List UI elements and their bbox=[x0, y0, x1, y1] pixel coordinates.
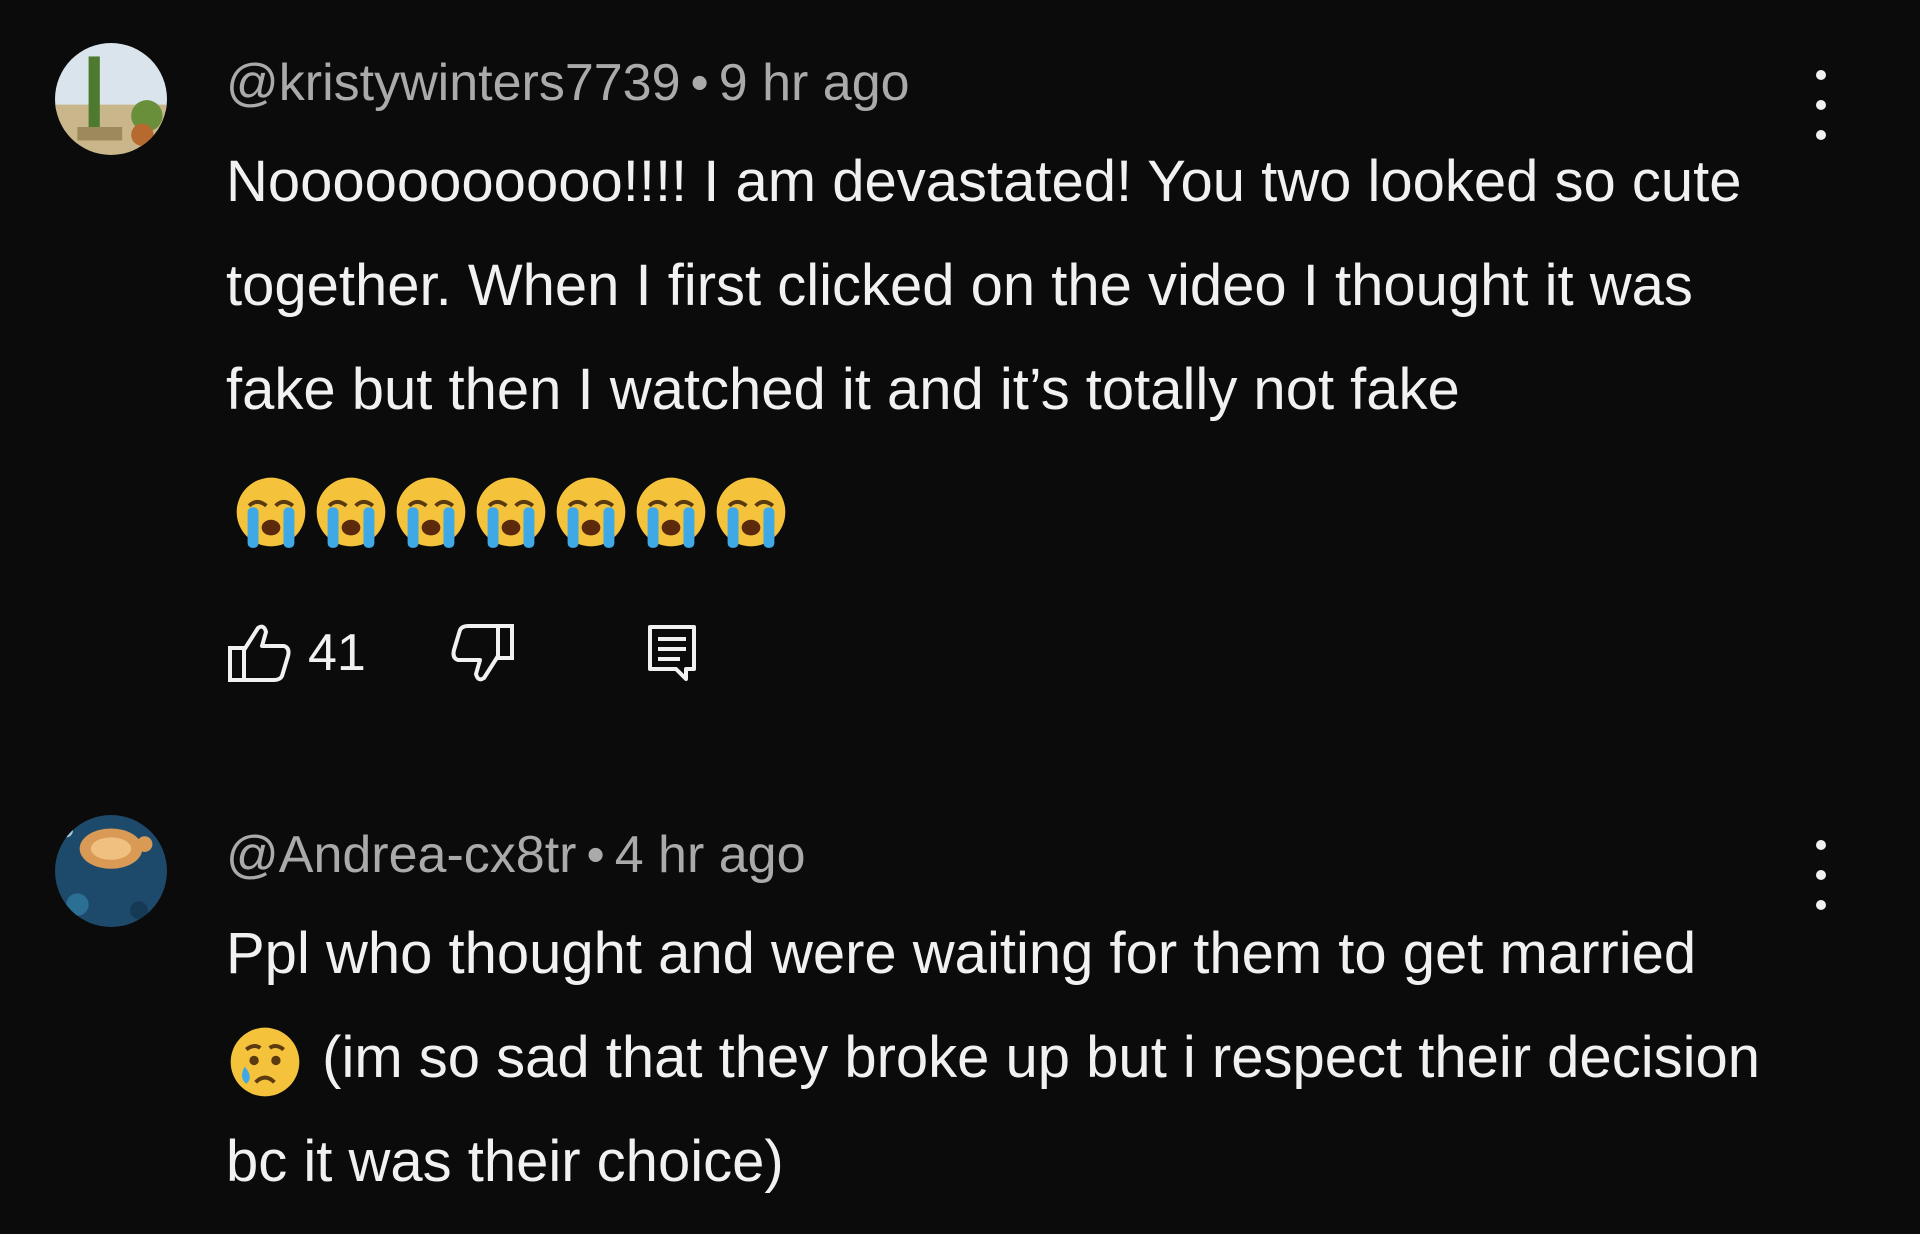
comment-author[interactable]: @kristywinters7739 bbox=[226, 54, 681, 112]
comment-text-content: Nooooooooooo!!!! I am devastated! You tw… bbox=[226, 149, 1742, 422]
comment-author[interactable]: @Andrea-cx8tr bbox=[226, 826, 576, 884]
meta-separator: • bbox=[586, 826, 605, 884]
comment-meta: @kristywinters7739 • 9 hr ago bbox=[226, 38, 1786, 128]
loudly-crying-face-icon bbox=[392, 473, 470, 551]
thumb-down-icon bbox=[451, 624, 514, 682]
comment-text: Ppl who thought and were waiting for the… bbox=[226, 902, 1786, 1214]
user-avatar[interactable] bbox=[55, 815, 167, 927]
comment-text-after-emoji: (im so sad that they broke up but i resp… bbox=[226, 1025, 1760, 1194]
reply-comment-icon bbox=[647, 625, 696, 681]
more-vertical-icon[interactable] bbox=[1806, 840, 1836, 910]
comment-time[interactable]: 4 hr ago bbox=[615, 826, 806, 884]
loudly-crying-face-icon bbox=[632, 473, 710, 551]
desert-landscape-avatar-icon bbox=[55, 43, 167, 155]
user-avatar[interactable] bbox=[55, 43, 167, 155]
loudly-crying-face-icon bbox=[712, 473, 790, 551]
comment-time[interactable]: 9 hr ago bbox=[719, 54, 910, 112]
comment-text-before-emoji: Ppl who thought and were waiting for the… bbox=[226, 921, 1697, 986]
more-vertical-icon[interactable] bbox=[1806, 70, 1836, 140]
reply-button[interactable] bbox=[646, 623, 698, 683]
emoji-group bbox=[232, 456, 792, 560]
comment-meta: @Andrea-cx8tr • 4 hr ago bbox=[226, 810, 1786, 900]
comment-body: @kristywinters7739 • 9 hr ago Nooooooooooo… bbox=[226, 38, 1786, 560]
like-count: 41 bbox=[308, 624, 366, 682]
loudly-crying-face-icon bbox=[472, 473, 550, 551]
loudly-crying-face-icon bbox=[312, 473, 390, 551]
thumb-up-icon bbox=[228, 624, 291, 682]
ocean-turtle-avatar-icon bbox=[55, 815, 167, 927]
meta-separator: • bbox=[690, 54, 709, 112]
like-button[interactable]: 41 bbox=[226, 622, 366, 684]
crying-face-icon bbox=[226, 1023, 304, 1101]
loudly-crying-face-icon bbox=[552, 473, 630, 551]
comments-page: @kristywinters7739 • 9 hr ago Nooooooooooo… bbox=[0, 0, 1920, 1234]
loudly-crying-face-icon bbox=[232, 473, 310, 551]
comment-actions: 41 bbox=[226, 613, 698, 693]
dislike-button[interactable] bbox=[448, 622, 516, 684]
comment-text: Nooooooooooo!!!! I am devastated! You tw… bbox=[226, 130, 1786, 560]
comment-body: @Andrea-cx8tr • 4 hr ago Ppl who thought a… bbox=[226, 810, 1786, 1214]
